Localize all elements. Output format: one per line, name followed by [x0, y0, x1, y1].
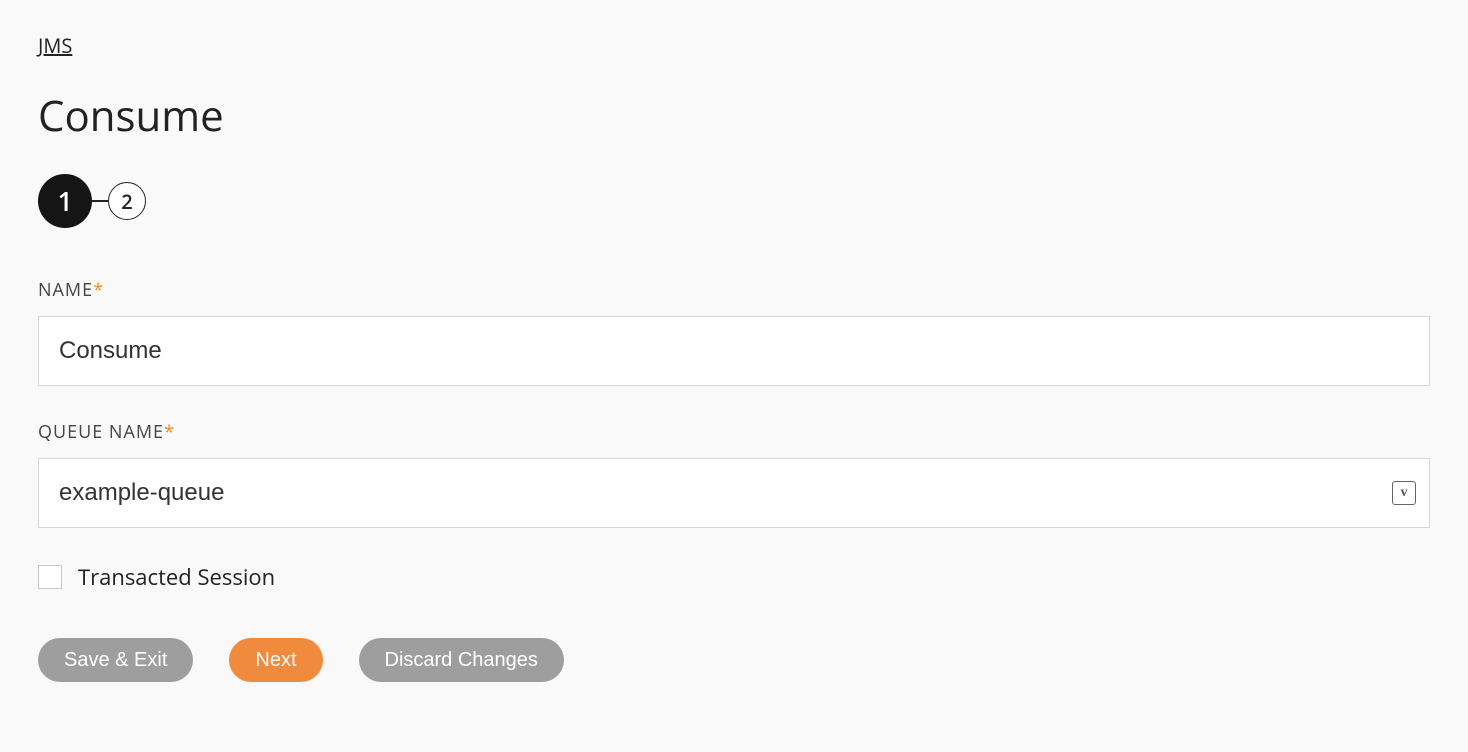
breadcrumb-jms[interactable]: JMS — [38, 32, 72, 59]
discard-changes-button[interactable]: Discard Changes — [359, 638, 564, 682]
step-connector — [92, 200, 108, 202]
save-exit-button[interactable]: Save & Exit — [38, 638, 193, 682]
step-2[interactable]: 2 — [108, 182, 146, 220]
transacted-session-checkbox[interactable] — [38, 565, 62, 589]
stepper: 1 2 — [38, 174, 1430, 228]
field-name: NAME* — [38, 278, 1430, 386]
queue-name-label-text: QUEUE NAME — [38, 420, 164, 444]
queue-name-label: QUEUE NAME* — [38, 420, 1430, 444]
transacted-session-label: Transacted Session — [78, 562, 275, 592]
required-asterisk-icon: * — [164, 420, 175, 444]
queue-name-input[interactable] — [38, 458, 1430, 528]
step-1[interactable]: 1 — [38, 174, 92, 228]
page-title: Consume — [38, 87, 1430, 144]
button-row: Save & Exit Next Discard Changes — [38, 638, 1430, 682]
name-label-text: NAME — [38, 278, 93, 302]
name-label: NAME* — [38, 278, 1430, 302]
required-asterisk-icon: * — [93, 278, 104, 302]
field-queue-name: QUEUE NAME* v — [38, 420, 1430, 528]
name-input[interactable] — [38, 316, 1430, 386]
variable-icon[interactable]: v — [1392, 481, 1416, 505]
field-transacted-session: Transacted Session — [38, 562, 1430, 592]
next-button[interactable]: Next — [229, 638, 322, 682]
